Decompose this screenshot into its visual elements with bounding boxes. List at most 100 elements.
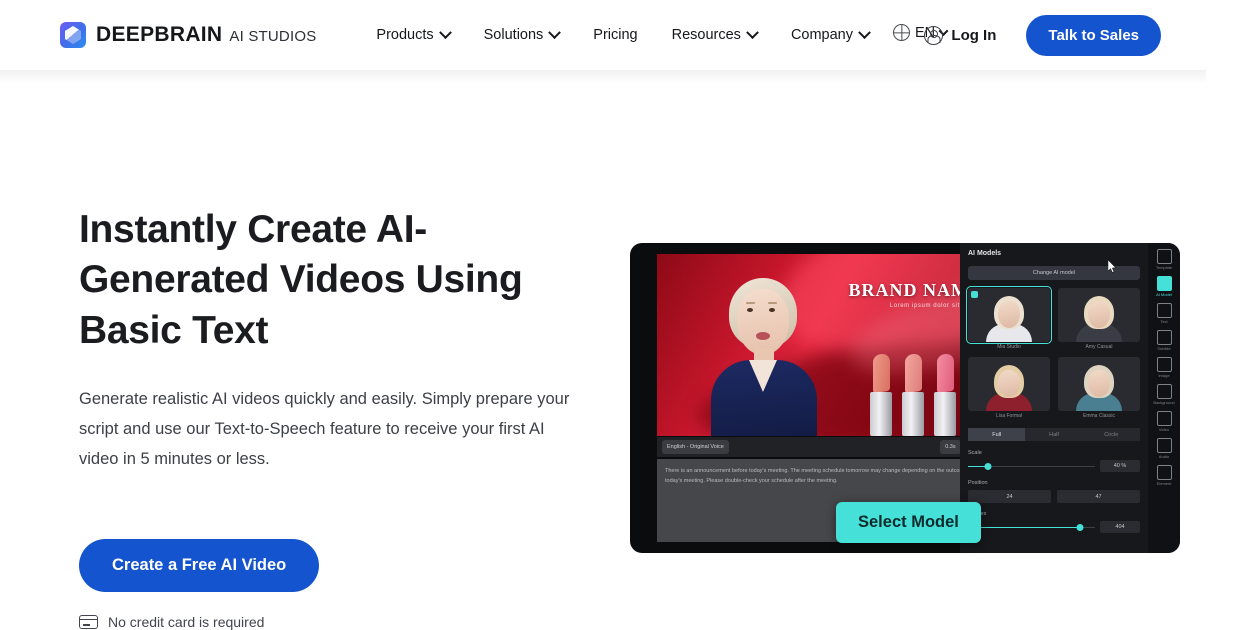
ai-model-grid: Mia Studio Amy Casual Lisa Formal Emma C… [966,286,1140,419]
nav-item-solutions[interactable]: Solutions [483,25,562,43]
scale-slider[interactable] [968,462,1095,471]
tab-half[interactable]: Half [1025,428,1083,441]
header-shadow [0,70,1206,84]
rail-label: AI Model [1156,292,1172,297]
rail-label: Audio [1158,454,1170,459]
rail-label: Background [1153,400,1175,405]
globe-icon [893,24,910,41]
hero-content: Instantly Create AI-Generated Videos Usi… [79,205,599,630]
nav-label-company: Company [790,27,853,43]
mouse-cursor-icon [1108,260,1117,273]
rail-label: Template [1155,265,1173,270]
ai-model-icon [1156,276,1172,291]
page-title: Instantly Create AI-Generated Videos Usi… [79,208,523,352]
pause-label: 0.3s [945,444,956,450]
login-button[interactable]: Log In [924,25,997,45]
pause-chip[interactable]: 0.3s [940,440,961,454]
logo-text: DEEPBRAIN AI STUDIOS [96,23,316,47]
ai-model-thumbnail [968,357,1050,411]
nav-item-products[interactable]: Products [376,25,452,43]
subtitle-icon [1156,330,1172,345]
cube-logo-icon [60,22,86,48]
tab-full[interactable]: Full [968,428,1026,441]
text-icon [1156,303,1172,318]
logo-product: AI STUDIOS [229,28,317,45]
template-icon [1156,249,1172,264]
ai-model-label: Mia Studio [997,344,1021,350]
element-icon [1156,465,1172,480]
model-crop-tabs: Full Half Circle [968,428,1140,441]
rail-label: Element [1156,481,1172,486]
image-icon [1156,357,1172,372]
zindex-value[interactable]: 404 [1100,521,1140,533]
nav-item-company[interactable]: Company [790,25,871,43]
nav-label-pricing: Pricing [593,27,638,43]
talk-to-sales-button[interactable]: Talk to Sales [1026,14,1161,56]
ai-model-card[interactable]: Mia Studio [966,286,1052,350]
ai-model-card[interactable]: Lisa Formal [968,357,1050,419]
background-icon [1156,384,1172,399]
video-preview-stage[interactable]: BRAND NAME Lorem ipsum dolor sit a met [657,254,992,436]
rail-item-video[interactable]: Video [1151,411,1177,432]
rail-item-template[interactable]: Template [1151,249,1177,270]
panel-title: AI Models [968,250,1002,257]
login-label: Log In [951,26,997,44]
audio-icon [1156,438,1172,453]
chevron-down-icon [438,25,452,39]
no-credit-card-note: No credit card is required [79,614,599,630]
position-y-input[interactable]: 47 [1057,490,1140,503]
script-toolbar: English - Original Voice 0.3s 1.0x [657,437,992,457]
chevron-down-icon [548,25,562,39]
nav-label-products: Products [376,27,434,43]
credit-card-icon [79,614,98,629]
ai-avatar-presenter [705,276,823,436]
zindex-control: 404 [968,521,1140,533]
selected-check-icon [971,291,978,298]
header-actions: Log In Talk to Sales [924,0,1206,70]
tab-circle[interactable]: Circle [1082,428,1140,441]
script-text: There is an announcement before today's … [665,468,974,485]
editor-tool-rail: Template AI Model Text Subtitle Image Ba… [1148,243,1180,553]
logo[interactable]: DEEPBRAIN AI STUDIOS [60,22,316,48]
position-label: Position [968,480,988,486]
rail-item-background[interactable]: Background [1151,384,1177,405]
position-control: 24 47 [968,490,1140,503]
rail-label: Subtitle [1157,346,1171,351]
no-credit-card-label: No credit card is required [108,613,265,630]
site-header: DEEPBRAIN AI STUDIOS Products Solutions … [0,0,1206,70]
nav-label-solutions: Solutions [483,27,544,43]
nav-label-resources: Resources [671,27,741,43]
rail-item-audio[interactable]: Audio [1151,438,1177,459]
video-icon [1156,411,1172,426]
ai-model-label: Lisa Formal [995,413,1023,419]
create-free-ai-video-button[interactable]: Create a Free AI Video [79,538,320,592]
logo-brand: DEEPBRAIN [96,23,223,46]
user-circle-icon [924,25,944,45]
ai-models-panel: AI Models Change AI model Mia Studio Amy… [960,243,1148,553]
scale-value[interactable]: 40 % [1100,460,1140,472]
rail-item-element[interactable]: Element [1151,465,1177,486]
rail-label: Text [1160,319,1168,324]
ai-model-thumbnail [966,286,1052,344]
hero-subtitle: Generate realistic AI videos quickly and… [79,389,570,468]
position-x-input[interactable]: 24 [968,490,1051,503]
ai-model-label: Amy Casual [1085,344,1113,350]
zindex-slider[interactable] [968,523,1095,532]
voice-language-chip[interactable]: English - Original Voice [662,440,729,454]
main-nav: Products Solutions Pricing Resources Com… [376,25,871,43]
select-model-button[interactable]: Select Model [836,502,981,543]
zindex-label: Z-index [968,511,1140,517]
rail-item-subtitle[interactable]: Subtitle [1151,330,1177,351]
voice-language-label: English - Original Voice [667,444,724,450]
rail-label: Image [1158,373,1170,378]
nav-item-resources[interactable]: Resources [671,25,759,43]
rail-item-image[interactable]: Image [1151,357,1177,378]
ai-model-card[interactable]: Emma Classic [1058,357,1140,419]
ai-model-thumbnail [1058,357,1140,411]
scale-control: 40 % [968,460,1140,472]
rail-item-ai-model[interactable]: AI Model [1151,276,1177,297]
rail-item-text[interactable]: Text [1151,303,1177,324]
nav-item-pricing[interactable]: Pricing [593,27,637,43]
ai-model-card[interactable]: Amy Casual [1058,288,1140,350]
rail-label: Video [1158,427,1170,432]
